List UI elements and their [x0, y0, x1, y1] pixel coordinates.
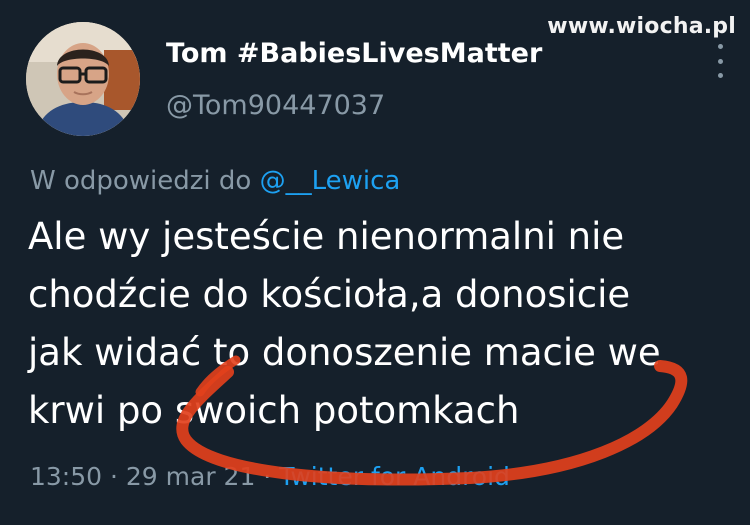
more-dot — [717, 58, 723, 64]
tweet-date[interactable]: 29 mar 21 — [126, 462, 255, 491]
tweet-meta: 13:50 · 29 mar 21 · Twitter for Android — [30, 462, 510, 491]
tweet-source-link[interactable]: Twitter for Android — [279, 462, 510, 491]
more-vertical-icon[interactable] — [716, 44, 724, 78]
tweet-text-line: chodźcie do kościoła,a donosicie — [28, 273, 631, 316]
tweet-time: 13:50 — [30, 462, 103, 491]
meta-separator: · — [255, 462, 280, 491]
more-dot — [717, 73, 723, 78]
profile-photo-icon — [26, 22, 140, 136]
author-handle[interactable]: @Tom90447037 — [166, 90, 385, 121]
reply-context: W odpowiedzi do @__Lewica — [30, 166, 400, 196]
reply-mention-link[interactable]: @__Lewica — [260, 166, 401, 196]
tweet-text-line: Ale wy jesteście nienormalni nie — [28, 215, 625, 258]
reply-prefix: W odpowiedzi do — [30, 166, 260, 196]
author-display-name[interactable]: Tom #BabiesLivesMatter — [166, 38, 542, 69]
more-dot — [717, 44, 723, 49]
avatar[interactable] — [26, 22, 140, 136]
tweet-text-line: krwi po swoich potomkach — [28, 389, 520, 432]
tweet-text: Ale wy jesteście nienormalni nie chodźci… — [28, 208, 743, 440]
tweet-text-line: jak widać to donoszenie macie we — [28, 331, 661, 374]
site-watermark: www.wiocha.pl — [547, 14, 736, 39]
meta-separator: · — [102, 462, 126, 491]
